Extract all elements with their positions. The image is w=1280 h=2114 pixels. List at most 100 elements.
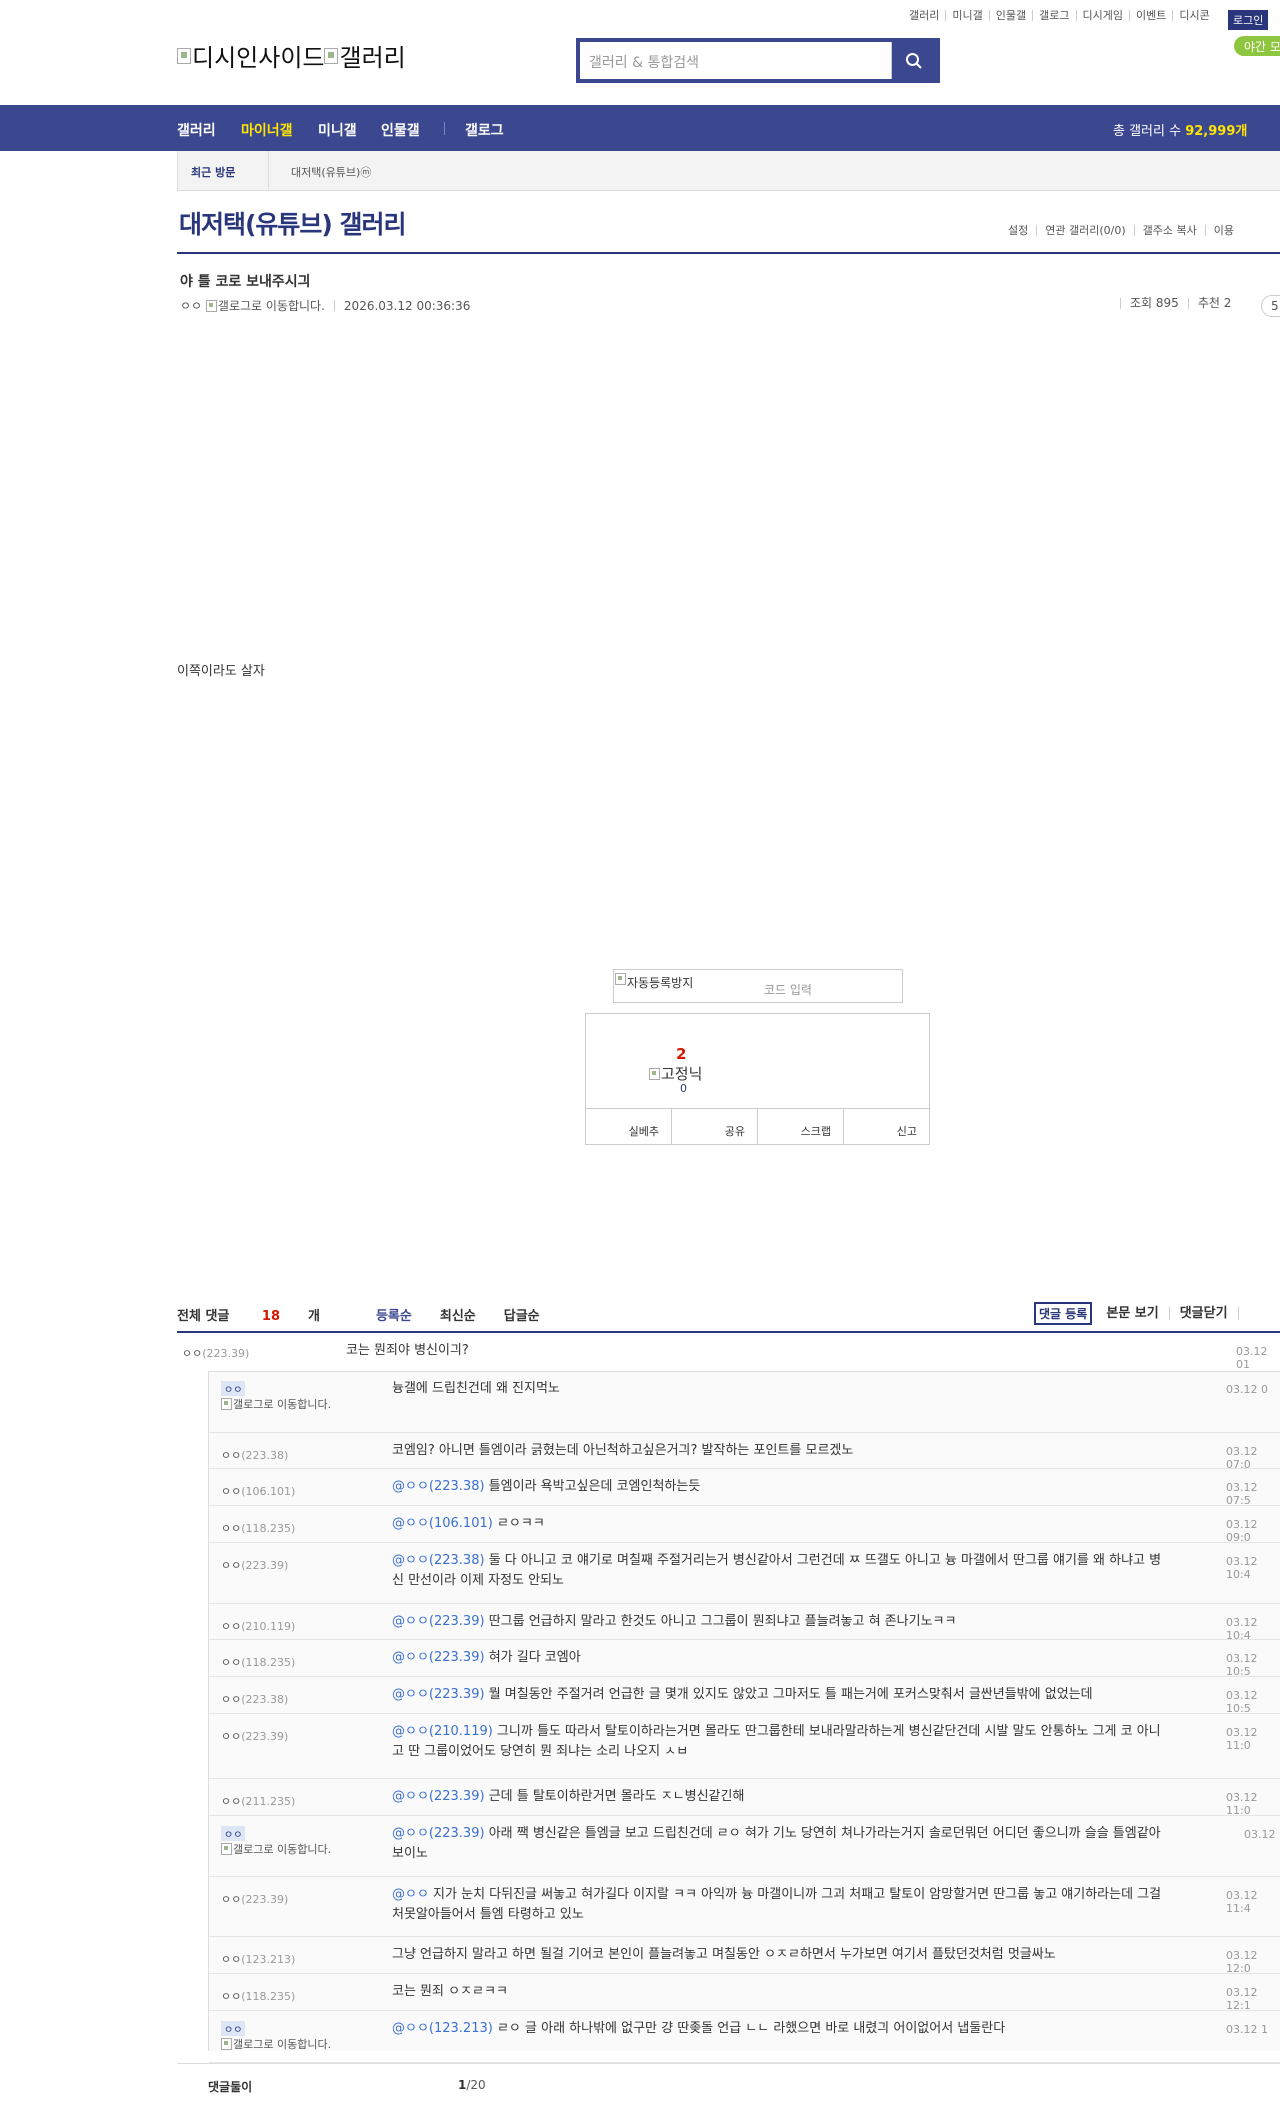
reply-nick[interactable]: ㅇㅇ(223.39) bbox=[221, 1728, 288, 1744]
reply-date: 03.12 11:4 bbox=[1226, 1889, 1258, 1915]
reply-nick[interactable]: ㅇㅇ(223.38) bbox=[221, 1691, 288, 1707]
broken-image-icon bbox=[649, 1067, 660, 1080]
reply-gallog-nick[interactable]: ㅇㅇ 갤로그로 이동합니다. bbox=[221, 1381, 346, 1411]
reply-text: @ㅇㅇ(223.39) 혀가 길다 코엠아 bbox=[392, 1648, 1172, 1668]
nav-person-gallery[interactable]: 인물갤 bbox=[381, 120, 420, 140]
reply-date: 03.12 10:5 bbox=[1226, 1689, 1258, 1715]
top-menu-item[interactable]: 갤로그 bbox=[1032, 10, 1075, 21]
post-stats: 조회 895 추천 2 bbox=[1120, 297, 1240, 309]
login-button[interactable]: 로그인 bbox=[1228, 10, 1269, 30]
title-divider bbox=[177, 252, 1280, 254]
search-input[interactable]: 갤러리 & 통합검색 bbox=[580, 42, 892, 79]
writer-nick[interactable]: ㅇㅇ bbox=[180, 297, 202, 314]
gallery-tool-3[interactable]: 이용 bbox=[1204, 225, 1242, 236]
reply-nick[interactable]: ㅇㅇ(211.235) bbox=[221, 1793, 295, 1809]
gallog-link[interactable]: 갤로그로 이동합니다. bbox=[221, 1843, 346, 1856]
gallog-link[interactable]: 갤로그로 이동합니다. bbox=[221, 1398, 346, 1411]
reply-mention[interactable]: @ㅇㅇ(223.38) bbox=[392, 1479, 485, 1494]
reply-gallog-nick[interactable]: ㅇㅇ 갤로그로 이동합니다. bbox=[221, 1826, 346, 1856]
gallog-alt: 갤로그로 이동합니다. bbox=[233, 1843, 332, 1856]
nav-gallog[interactable]: 갤로그 bbox=[465, 120, 504, 140]
recent-visit-item[interactable]: 대저택(유튜브)ⓜ bbox=[291, 164, 371, 180]
reply-gallog-nick[interactable]: ㅇㅇ 갤로그로 이동합니다. bbox=[221, 2021, 346, 2051]
top-menu-item[interactable]: 갤러리 bbox=[903, 10, 945, 21]
gallery-title[interactable]: 대저택(유튜브) 갤러리 bbox=[179, 205, 407, 241]
reply-text: @ㅇㅇ(223.38) 틀엠이라 욕박고싶은데 코엠인척하는듯 bbox=[392, 1477, 1172, 1497]
comment-actions: 댓글 등록 본문 보기 댓글닫기 bbox=[1034, 1302, 1249, 1325]
gallery-tool-1[interactable]: 연관 갤러리(0/0) bbox=[1036, 225, 1133, 236]
captcha-input[interactable]: 코드 입력 bbox=[764, 981, 812, 998]
top-menu-item[interactable]: 이벤트 bbox=[1128, 10, 1172, 21]
reply-mention[interactable]: @ㅇㅇ bbox=[392, 1887, 429, 1902]
sort-by-registered[interactable]: 등록순 bbox=[376, 1305, 412, 1324]
search-button[interactable] bbox=[892, 42, 936, 79]
reply-mention[interactable]: @ㅇㅇ(123.213) bbox=[392, 2021, 493, 2036]
reply-mention[interactable]: @ㅇㅇ(223.38) bbox=[392, 1553, 485, 1568]
divider bbox=[333, 300, 335, 311]
reply-row: ㅇㅇ(118.235) @ㅇㅇ(223.39) 혀가 길다 코엠아 03.12 10… bbox=[209, 1640, 1280, 1678]
reply-body: 그니까 틀도 따라서 탈토이하라는거면 몰라도 딴그룹한테 보내라말라하는게 병… bbox=[392, 1724, 1161, 1759]
report-button[interactable]: 신고 bbox=[843, 1109, 929, 1144]
comment-nick[interactable]: ㅇㅇ(223.39) bbox=[182, 1345, 249, 1361]
reply-mention[interactable]: @ㅇㅇ(210.119) bbox=[392, 1724, 493, 1739]
close-comments-button[interactable]: 댓글닫기 bbox=[1180, 1307, 1239, 1320]
scrap-button[interactable]: 스크랩 bbox=[757, 1109, 843, 1144]
reply-row: ㅇㅇ(118.235) @ㅇㅇ(106.101) ㄹㅇㅋㅋ 03.12 09:0 bbox=[209, 1506, 1280, 1544]
reply-mention[interactable]: @ㅇㅇ(106.101) bbox=[392, 1516, 493, 1531]
nav-gallery[interactable]: 갤러리 bbox=[177, 120, 216, 140]
gallog-icon[interactable] bbox=[205, 299, 217, 312]
nick: ㅇㅇ bbox=[221, 1559, 242, 1572]
view-body-button[interactable]: 본문 보기 bbox=[1106, 1307, 1170, 1320]
comment-pager[interactable]: 1/20 bbox=[458, 2078, 486, 2092]
reply-mention[interactable]: @ㅇㅇ(223.39) bbox=[392, 1789, 485, 1804]
comment-count-badge[interactable]: 5 bbox=[1261, 295, 1280, 317]
site-logo[interactable]: 디시인사이드 갤러리 bbox=[177, 38, 406, 73]
reply-nick[interactable]: ㅇㅇ(118.235) bbox=[221, 1520, 295, 1536]
top-menu-item[interactable]: 디시게임 bbox=[1075, 10, 1129, 21]
search-icon bbox=[906, 52, 922, 69]
reply-text: 늉갤에 드립친건데 왜 진지먹노 bbox=[392, 1379, 1172, 1399]
reply-row: ㅇㅇ(223.38) @ㅇㅇ(223.39) 뭘 며칠동안 주절거려 언급한 글 … bbox=[209, 1677, 1280, 1715]
gallog-link[interactable]: 갤로그로 이동합니다. bbox=[221, 2038, 346, 2051]
comment-register-button[interactable]: 댓글 등록 bbox=[1034, 1302, 1093, 1325]
gallery-tools: 설정 연관 갤러리(0/0) 갤주소 복사 이용 bbox=[1008, 225, 1242, 236]
reply-nick[interactable]: ㅇㅇ(118.235) bbox=[221, 1654, 295, 1670]
top-menu-item[interactable]: 디시콘 bbox=[1172, 10, 1215, 21]
reply-mention[interactable]: @ㅇㅇ(223.39) bbox=[392, 1650, 485, 1665]
sort-by-latest[interactable]: 최신순 bbox=[440, 1305, 476, 1324]
nav-mini-gallery[interactable]: 미니갤 bbox=[318, 120, 357, 140]
reply-nick[interactable]: ㅇㅇ(118.235) bbox=[221, 1988, 295, 2004]
reply-mention[interactable]: @ㅇㅇ(223.39) bbox=[392, 1614, 485, 1629]
reply-text: 코는 뭔죄 ㅇㅈㄹㅋㅋ bbox=[392, 1982, 1172, 2002]
reply-nick[interactable]: ㅇㅇ(106.101) bbox=[221, 1483, 295, 1499]
reply-nick[interactable]: ㅇㅇ(223.39) bbox=[221, 1557, 288, 1573]
darkmode-toggle[interactable]: 야간 모 bbox=[1234, 36, 1280, 56]
gallery-tool-2[interactable]: 갤주소 복사 bbox=[1133, 225, 1205, 236]
reply-mention[interactable]: @ㅇㅇ(223.39) bbox=[392, 1826, 485, 1841]
reply-mention[interactable]: @ㅇㅇ(223.39) bbox=[392, 1687, 485, 1702]
reply-row: ㅇㅇ 갤로그로 이동합니다. @ㅇㅇ(123.213) ㄹㅇ 글 아래 하나밖에 없… bbox=[209, 2011, 1280, 2063]
reply-body: 코엠임? 아니면 틀엠이라 긁혔는데 아닌척하고싶은거긔? 발작하는 포인트를 … bbox=[392, 1443, 854, 1458]
fixed-nick-recommend[interactable]: 고정닉 bbox=[649, 1063, 702, 1084]
top-menu-item[interactable]: 인물갤 bbox=[988, 10, 1032, 21]
reply-nick[interactable]: ㅇㅇ(210.119) bbox=[221, 1618, 295, 1634]
reply-text: @ㅇㅇ 지가 눈치 다뒤진글 써놓고 혀가길다 이지랄 ㅋㅋ 아익까 늉 마갤이… bbox=[392, 1885, 1172, 1925]
reply-text: @ㅇㅇ(223.38) 둘 다 아니고 코 얘기로 며칠째 주절거리는거 병신같… bbox=[392, 1551, 1172, 1591]
reply-nick[interactable]: ㅇㅇ(223.39) bbox=[221, 1891, 288, 1907]
reply-body: 지가 눈치 다뒤진글 써놓고 혀가길다 이지랄 ㅋㅋ 아익까 늉 마갤이니까 그… bbox=[392, 1887, 1162, 1922]
share-button[interactable]: 공유 bbox=[671, 1109, 757, 1144]
nav-minor-gallery[interactable]: 마이너갤 bbox=[241, 120, 293, 140]
reply-nick[interactable]: ㅇㅇ(123.213) bbox=[221, 1951, 295, 1967]
logo-text-gallery: 갤러리 bbox=[339, 44, 406, 72]
top-menu-item[interactable]: 미니갤 bbox=[945, 10, 988, 21]
reply-date: 03.12 10:4 bbox=[1226, 1616, 1258, 1642]
reply-text: @ㅇㅇ(210.119) 그니까 틀도 따라서 탈토이하라는거면 몰라도 딴그룹… bbox=[392, 1722, 1172, 1762]
gallery-tool-0[interactable]: 설정 bbox=[1008, 225, 1036, 236]
reply-text: 코엠임? 아니면 틀엠이라 긁혔는데 아닌척하고싶은거긔? 발작하는 포인트를 … bbox=[392, 1441, 1172, 1461]
reply-body: 아래 짹 병신같은 틀엠글 보고 드립친건데 ㄹㅇ 혀가 기노 당연히 쳐나가라… bbox=[392, 1826, 1161, 1861]
comment-text: 코는 뭔죄야 병신이긔? bbox=[346, 1343, 469, 1358]
best-recommend-button[interactable]: 실베추 bbox=[586, 1109, 671, 1144]
top-menu: 갤러리 미니갤 인물갤 갤로그 디시게임 이벤트 디시콘 bbox=[903, 10, 1216, 21]
sort-by-replies[interactable]: 답글순 bbox=[504, 1305, 540, 1324]
reply-nick[interactable]: ㅇㅇ(223.38) bbox=[221, 1447, 288, 1463]
